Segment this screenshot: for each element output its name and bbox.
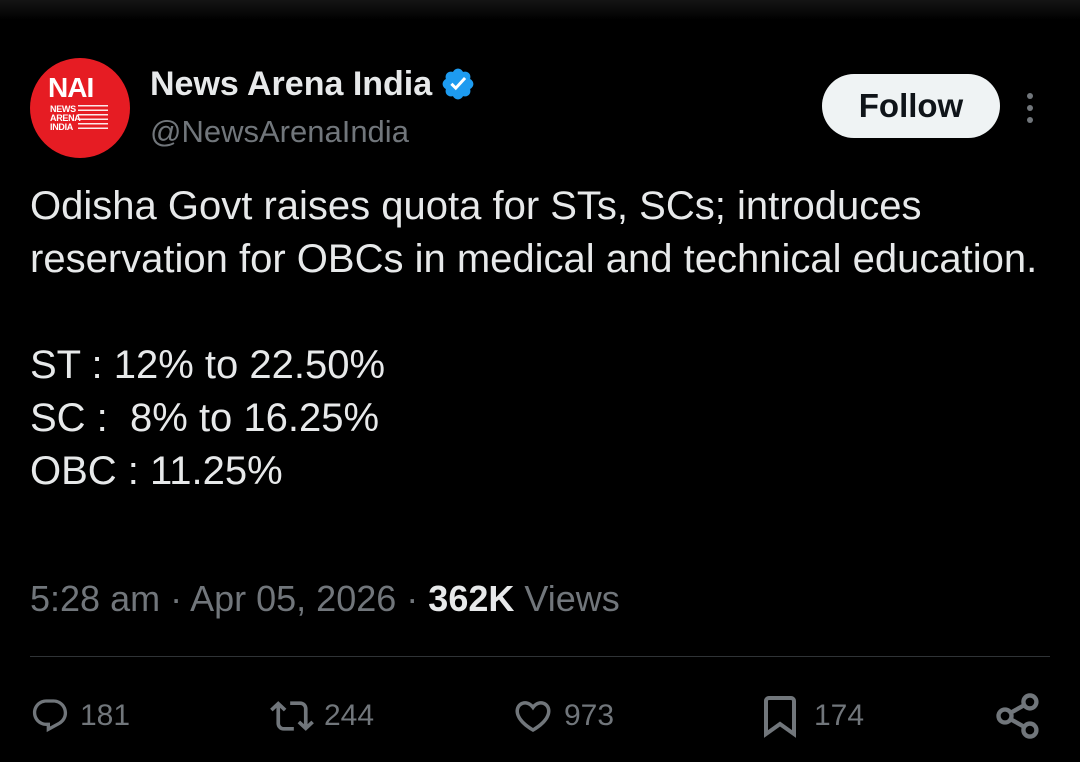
share-icon: [996, 693, 1039, 739]
more-vertical-icon[interactable]: [1018, 88, 1042, 128]
repost-button[interactable]: 244: [270, 688, 374, 744]
bookmark-count: 174: [814, 699, 865, 732]
account-handle[interactable]: @NewsArenaIndia: [150, 114, 409, 150]
tweet-time[interactable]: 5:28 am: [30, 578, 160, 619]
avatar-initials: NAI: [48, 72, 94, 103]
tweet-date[interactable]: Apr 05, 2026: [190, 578, 396, 619]
like-count: 973: [564, 699, 615, 732]
action-bar: 181 244 973 174: [30, 688, 1050, 744]
repost-icon: [270, 701, 314, 731]
views-label[interactable]: Views: [524, 578, 619, 619]
verified-badge-icon: [442, 68, 474, 100]
tweet-text: Odisha Govt raises quota for STs, SCs; i…: [30, 184, 1038, 493]
avatar[interactable]: NAI NEWS ARENA INDIA: [30, 58, 130, 158]
display-name[interactable]: News Arena India: [150, 65, 432, 104]
name-row: News Arena India: [150, 64, 476, 104]
avatar-stripes: [78, 105, 108, 132]
meta-separator: ·: [170, 578, 183, 619]
like-button[interactable]: 973: [512, 688, 614, 744]
heart-icon: [515, 701, 551, 733]
repost-count: 244: [324, 699, 375, 732]
bookmark-button[interactable]: 174: [756, 688, 864, 744]
avatar-sub-india: INDIA: [50, 122, 73, 132]
bookmark-icon: [764, 696, 796, 738]
share-button[interactable]: [992, 688, 1044, 744]
views-count[interactable]: 362K: [428, 578, 514, 619]
top-edge: [0, 0, 1080, 20]
tweet-meta: 5:28 am · Apr 05, 2026 · 362K Views: [30, 578, 620, 620]
reply-icon: [32, 699, 68, 733]
meta-separator-2: ·: [406, 578, 419, 619]
reply-button[interactable]: 181: [30, 688, 130, 744]
divider: [30, 656, 1050, 657]
tweet-header: NAI NEWS ARENA INDIA News Arena India @N…: [30, 58, 1050, 158]
follow-button[interactable]: Follow: [822, 74, 1000, 138]
reply-count: 181: [80, 699, 131, 732]
